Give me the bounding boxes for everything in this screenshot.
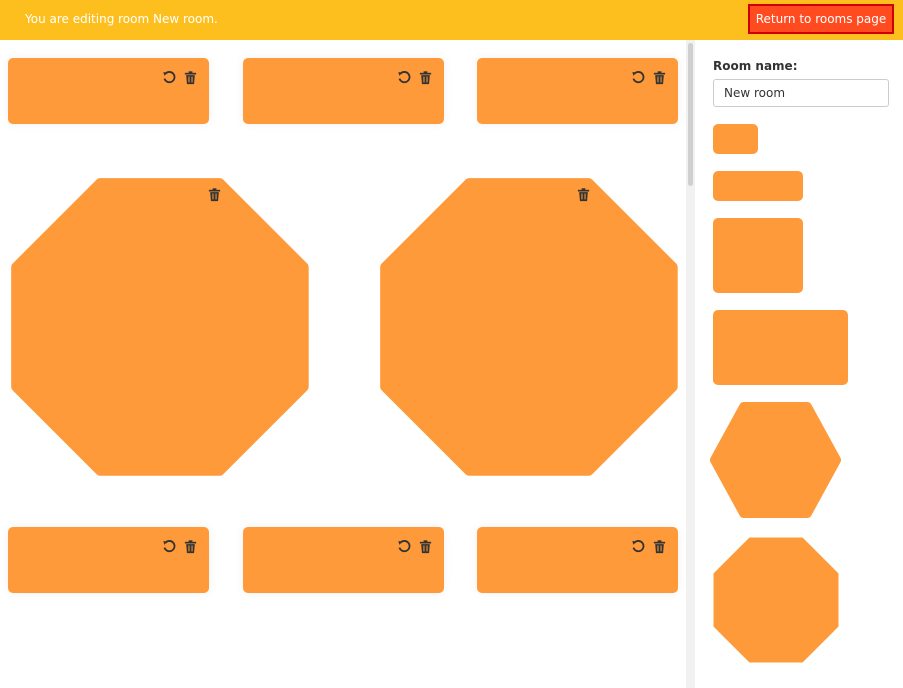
table-rect[interactable]: [243, 527, 444, 593]
trash-icon[interactable]: [652, 539, 667, 554]
rotate-icon[interactable]: [397, 539, 412, 554]
rotate-icon[interactable]: [162, 539, 177, 554]
trash-icon[interactable]: [652, 70, 667, 85]
canvas-scrollbar[interactable]: [686, 40, 695, 688]
table-octagon[interactable]: [11, 178, 309, 476]
room-name-input[interactable]: [713, 79, 889, 107]
return-to-rooms-button[interactable]: Return to rooms page: [748, 4, 894, 34]
table-rect[interactable]: [8, 527, 209, 593]
trash-icon[interactable]: [183, 70, 198, 85]
trash-icon[interactable]: [207, 187, 222, 202]
trash-icon[interactable]: [183, 539, 198, 554]
rotate-icon[interactable]: [397, 70, 412, 85]
palette-large-rect[interactable]: [713, 310, 848, 385]
palette-small-square[interactable]: [713, 124, 758, 154]
room-canvas[interactable]: [0, 40, 686, 688]
palette-octagon[interactable]: [713, 537, 839, 663]
table-rect[interactable]: [8, 58, 209, 124]
room-name-label: Room name:: [713, 59, 798, 73]
sidebar: Room name:: [695, 40, 903, 688]
rotate-icon[interactable]: [631, 539, 646, 554]
rotate-icon[interactable]: [631, 70, 646, 85]
table-rect[interactable]: [243, 58, 444, 124]
editing-message: You are editing room New room.: [25, 12, 218, 26]
palette-hexagon[interactable]: [710, 401, 841, 519]
table-rect[interactable]: [477, 58, 678, 124]
table-rect[interactable]: [477, 527, 678, 593]
rotate-icon[interactable]: [162, 70, 177, 85]
trash-icon[interactable]: [576, 187, 591, 202]
table-octagon[interactable]: [380, 178, 678, 476]
top-bar: You are editing room New room. Return to…: [0, 0, 903, 40]
palette-square[interactable]: [713, 218, 803, 293]
scrollbar-thumb[interactable]: [688, 43, 693, 186]
palette-small-rect[interactable]: [713, 171, 803, 201]
trash-icon[interactable]: [418, 70, 433, 85]
trash-icon[interactable]: [418, 539, 433, 554]
